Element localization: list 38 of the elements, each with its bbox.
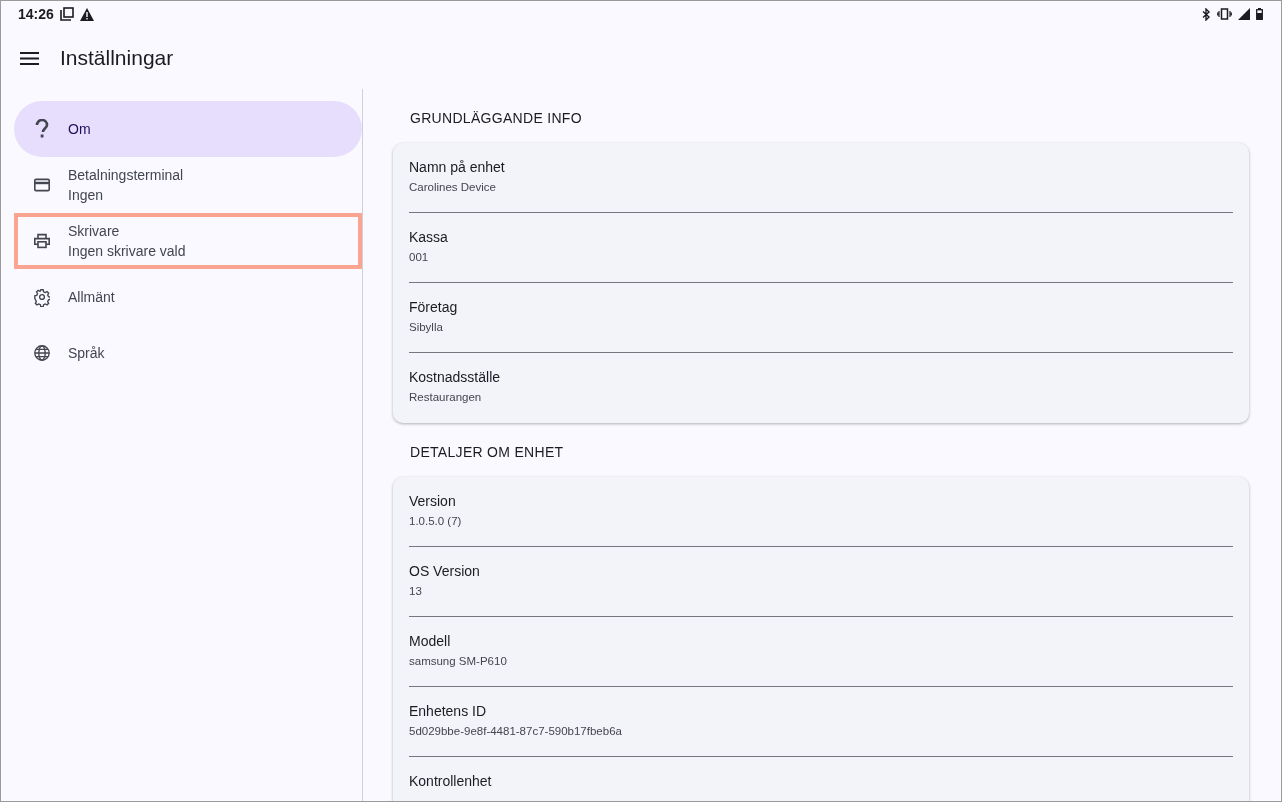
field-value: 13 [409, 585, 423, 597]
field-label: Version [409, 493, 457, 509]
sidebar-item[interactable]: Språk [14, 325, 362, 381]
field-value: 5d029bbe-9e8f-4481-87c7-590b17fbeb6a [409, 725, 623, 737]
field-label: Kostnadsställe [409, 369, 502, 385]
field-value: Restaurangen [409, 391, 483, 403]
field-label: OS Version [409, 563, 481, 579]
field-label: Enhetens ID [409, 703, 488, 719]
menu-button[interactable] [20, 51, 39, 65]
battery-icon [1256, 8, 1263, 20]
field-value: Sibylla [409, 321, 444, 333]
field-value: Carolines Device [409, 181, 497, 193]
field-value: samsung SM-P610 [409, 655, 508, 667]
sidebar-item[interactable]: Om [14, 101, 362, 157]
field-value: 1.0.5.0 (7) [409, 515, 463, 527]
field-label: Företag [409, 299, 459, 315]
field-value: 001 [409, 251, 430, 263]
field-label: Namn på enhet [409, 159, 506, 175]
app-title: Inställningar [60, 46, 174, 70]
warning-icon [79, 7, 94, 21]
section-title: DETALJER OM ENHET [409, 443, 565, 462]
field-label: Kontrollenhet [409, 773, 493, 789]
sidebar-item[interactable]: Allmänt [14, 269, 362, 325]
gear-icon [34, 287, 50, 307]
field-label: Kassa [409, 229, 449, 245]
sidebar-item[interactable]: Betalningsterminal Ingen [14, 157, 362, 213]
printer-icon [34, 232, 50, 250]
globe-icon [34, 343, 50, 363]
sidebar-item[interactable]: Skrivare Ingen skrivare vald [14, 213, 362, 269]
vibrate-icon [1217, 8, 1232, 20]
field-label: Modell [409, 633, 452, 649]
section-title: GRUNDLÄGGANDE INFO [409, 109, 583, 128]
question-mark-icon [35, 119, 49, 139]
signal-icon [1238, 8, 1250, 20]
bluetooth-icon [1202, 7, 1211, 21]
status-time: 14:26 [18, 6, 54, 22]
screenshot-icon [59, 7, 74, 21]
credit-card-icon [34, 177, 50, 193]
